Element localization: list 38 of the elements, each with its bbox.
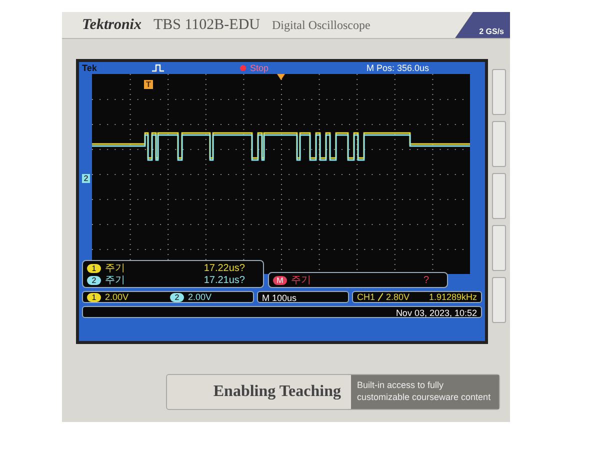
- trigger-source: CH1: [357, 292, 376, 302]
- volts-per-division: 2.00V: [188, 292, 212, 302]
- channel-badge: 1: [87, 292, 101, 302]
- product-name: Digital Oscilloscope: [272, 18, 370, 32]
- trigger-frequency: 1.91289kHz: [428, 292, 477, 302]
- measurement-label: 주기: [291, 274, 311, 287]
- side-menu-button[interactable]: [492, 173, 506, 219]
- stop-dot-icon: [240, 65, 246, 71]
- trigger-level: 2.80V: [386, 292, 410, 302]
- pulse-icon: [152, 64, 164, 72]
- side-menu-button[interactable]: [492, 277, 506, 323]
- trigger-position-icon: [277, 74, 285, 80]
- math-badge: M: [273, 276, 287, 284]
- horizontal-position: M Pos: 356.0us: [366, 63, 430, 73]
- measurement-value: 17.21us?: [204, 274, 245, 286]
- description-text: Built-in access to fully customizable courseware content: [351, 375, 499, 409]
- model-name: TBS 1102B-EDU: [153, 16, 260, 34]
- spec-badge: 2 GS/s: [455, 12, 510, 38]
- side-menu-button[interactable]: [492, 121, 506, 167]
- run-state: Stop: [250, 63, 269, 73]
- measurement-label: 주기: [105, 262, 125, 275]
- brand-logo: Tektronix: [82, 16, 142, 34]
- trigger-marker: T: [144, 80, 153, 89]
- slogan-text: Enabling Teaching: [212, 382, 342, 402]
- channel-badge: 2: [87, 276, 101, 284]
- ground-marker: 2: [82, 174, 90, 183]
- date-time: Nov 03, 2023, 10:52: [82, 306, 482, 318]
- measurement-value: 17.22us?: [204, 262, 245, 274]
- volts-per-division: 2.00V: [105, 292, 129, 302]
- channel-badge: 1: [87, 264, 101, 272]
- rising-slope-icon: [378, 293, 384, 301]
- timebase-readout: M 100us: [257, 291, 349, 303]
- channel-badge: 2: [170, 292, 184, 302]
- measurement-label: 주기: [105, 274, 125, 287]
- screen-logo: Tek: [82, 63, 98, 73]
- side-menu-button[interactable]: [492, 225, 506, 271]
- side-menu-button[interactable]: [492, 69, 506, 115]
- measurement-value: ?: [423, 274, 429, 286]
